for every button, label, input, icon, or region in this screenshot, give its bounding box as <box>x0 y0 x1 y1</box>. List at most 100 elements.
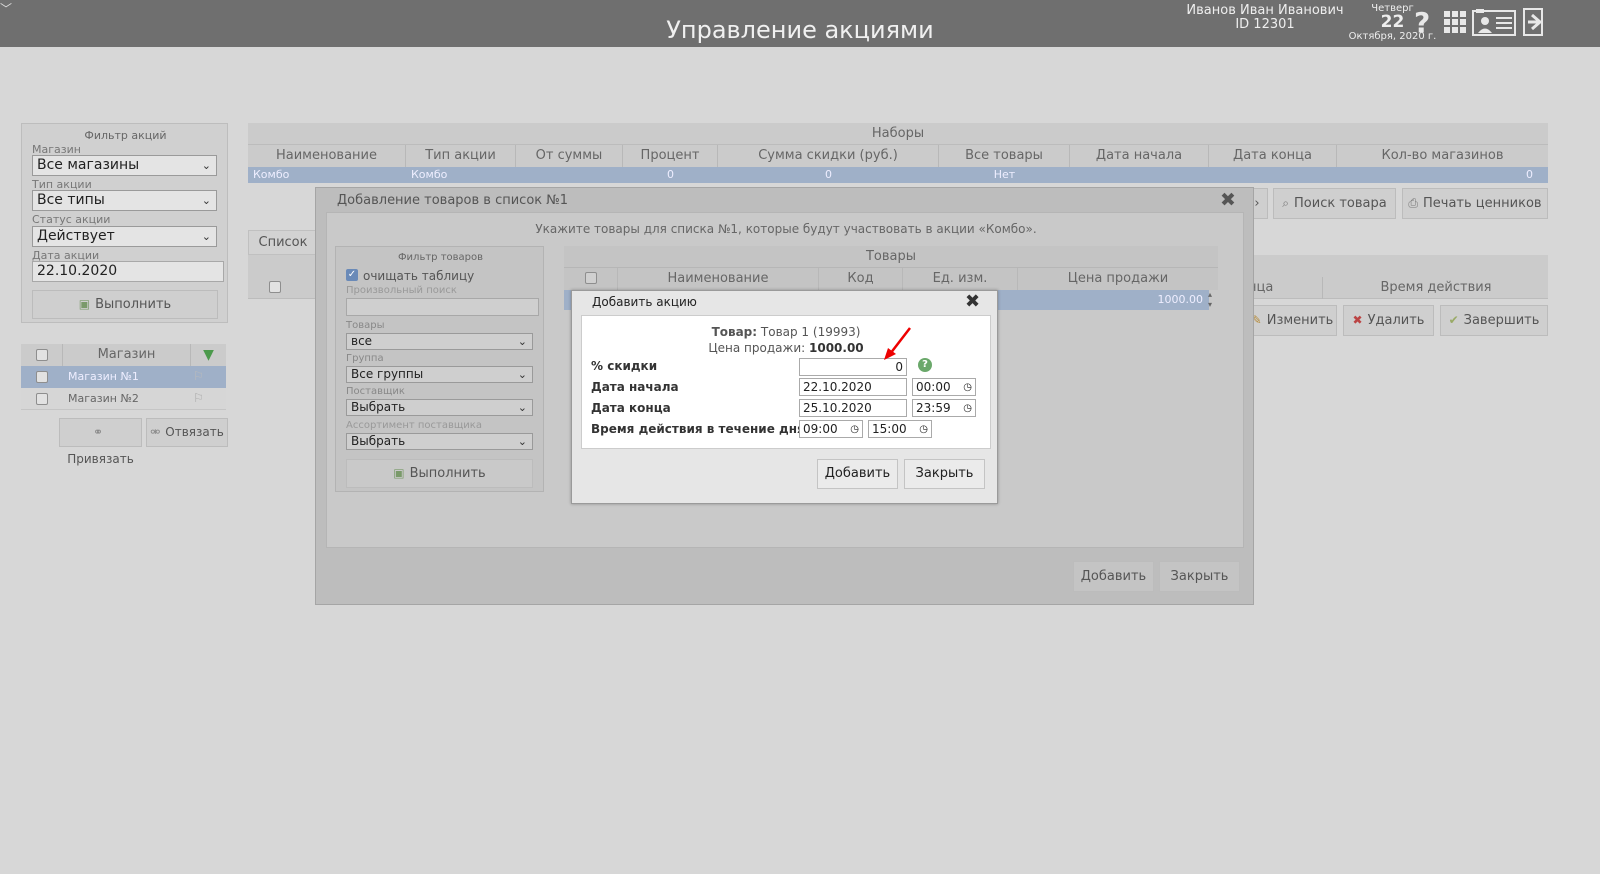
close-icon[interactable]: ✖ <box>1220 189 1236 211</box>
store-name: Магазин №2 <box>68 392 139 405</box>
table-row[interactable]: Магазин №1 ⚐ <box>21 366 226 388</box>
discount-label: % скидки <box>591 359 658 373</box>
assortment-label: Ассортимент поставщика <box>346 420 482 431</box>
status-select-value: Действует <box>37 228 115 244</box>
start-time-input[interactable]: 00:00 ◷ <box>912 378 976 396</box>
add-goods-button[interactable]: Добавить <box>1073 561 1154 592</box>
grid-icon[interactable] <box>1443 7 1467 44</box>
group-select[interactable]: Все группы ⌄ <box>346 366 533 383</box>
flag-icon[interactable]: ⚐ <box>193 369 204 383</box>
type-select-value: Все типы <box>37 192 105 208</box>
daytime-from-input[interactable]: 09:00 ◷ <box>799 420 863 438</box>
daytime-label: Время действия в течение дня <box>591 422 805 436</box>
sets-col-percent: Процент <box>623 145 718 167</box>
select-all-checkbox[interactable] <box>269 281 281 293</box>
tab-list[interactable]: Список <box>248 230 318 255</box>
close-promo-button[interactable]: Закрыть <box>904 459 985 489</box>
search-product-button[interactable]: ⌕ Поиск товара <box>1273 188 1396 219</box>
run-filter-button[interactable]: ▣ Выполнить <box>32 290 218 319</box>
sets-col-discount-sum: Сумма скидки (руб.) <box>718 145 939 167</box>
clock-icon: ◷ <box>963 382 972 393</box>
unbind-store-button[interactable]: ⚮ Отвязать <box>146 418 228 447</box>
run-icon: ▣ <box>393 466 405 480</box>
user-info: Иванов Иван Иванович ID 12301 <box>1180 4 1350 32</box>
daytime-from-value: 09:00 <box>803 422 838 436</box>
start-date-label: Дата начала <box>591 380 679 394</box>
row-checkbox[interactable] <box>36 371 48 383</box>
run-goods-filter-label: Выполнить <box>409 466 486 481</box>
row-checkbox[interactable] <box>36 393 48 405</box>
add-promo-button[interactable]: Добавить <box>817 459 898 489</box>
clock-icon: ◷ <box>850 424 859 435</box>
goods-select-value: все <box>351 334 373 348</box>
clear-table-label: очищать таблицу <box>363 269 475 283</box>
sets-cell-col-percent: 0 <box>667 168 674 181</box>
supplier-select[interactable]: Выбрать ⌄ <box>346 399 533 416</box>
end-time-input[interactable]: 23:59 ◷ <box>912 399 976 417</box>
end-date-input[interactable]: 25.10.2020 <box>799 399 907 417</box>
bind-store-button[interactable]: ⚭ Привязать <box>59 418 142 466</box>
status-select[interactable]: Действует ⌄ <box>32 226 217 247</box>
contact-card-icon[interactable] <box>1472 7 1516 44</box>
table-row[interactable]: Магазин №2 ⚐ <box>21 388 226 410</box>
start-date-input[interactable]: 22.10.2020 <box>799 378 907 396</box>
supplier-label: Поставщик <box>346 386 405 397</box>
dialog-title: Добавление товаров в список №1 <box>337 193 569 208</box>
run-goods-filter-button[interactable]: ▣ Выполнить <box>346 459 533 488</box>
run-icon: ▣ <box>78 297 91 311</box>
delete-label: Удалить <box>1367 313 1425 328</box>
edit-button[interactable]: ✎ Изменить <box>1248 305 1337 336</box>
select-all-checkbox[interactable] <box>36 349 48 361</box>
help-icon[interactable]: ? <box>918 358 932 372</box>
finish-label: Завершить <box>1463 313 1540 328</box>
red-arrow-annotation <box>884 327 911 360</box>
exit-icon[interactable] <box>1522 7 1548 44</box>
bind-store-label: Привязать <box>67 452 134 466</box>
assortment-select[interactable]: Выбрать ⌄ <box>346 433 533 450</box>
table-row[interactable]: Комбо Комбо 0 0 Нет 0 <box>248 167 1548 183</box>
goods-select[interactable]: все ⌄ <box>346 333 533 350</box>
stores-column-header: Магазин <box>63 344 191 366</box>
daytime-to-input[interactable]: 15:00 ◷ <box>868 420 932 438</box>
print-tags-button[interactable]: ⎙ Печать ценников <box>1402 188 1548 219</box>
close-goods-dialog-button[interactable]: Закрыть <box>1159 561 1240 592</box>
scroll-arrows-icon[interactable]: ▴ ▾ <box>1208 290 1212 310</box>
sets-cell-col-store-count: 0 <box>1526 168 1533 181</box>
status-label: Статус акции <box>32 213 111 226</box>
finish-button[interactable]: ✔ Завершить <box>1440 305 1548 336</box>
stores-filter-cell: ▼ <box>191 344 226 366</box>
search-icon: ⌕ <box>1282 196 1290 210</box>
free-search-input[interactable] <box>346 298 539 316</box>
instruction-text: Укажите товары для списка №1, которые бу… <box>535 222 1037 236</box>
sets-col-name: Наименование <box>248 145 406 167</box>
goods-filter-panel: Фильтр товаров ✓ очищать таблицу Произво… <box>335 246 544 492</box>
sets-table: Наборы Наименование Тип акции От суммы Проц… <box>248 123 1548 183</box>
date-input[interactable]: 22.10.2020 <box>32 261 224 282</box>
sets-col-type: Тип акции <box>406 145 516 167</box>
flag-icon[interactable]: ⚐ <box>193 391 204 405</box>
goods-col-unit: Ед. изм. <box>903 268 1018 290</box>
goods-filter-title: Фильтр товаров <box>397 252 484 263</box>
help-icon[interactable]: ? <box>1414 7 1430 39</box>
type-select[interactable]: Все типы ⌄ <box>32 190 217 211</box>
sets-cell-col-type: Комбо <box>411 168 448 181</box>
collapse-icon[interactable]: ﹀ <box>0 0 12 17</box>
price-line: Цена продажи: 1000.00 <box>582 341 990 355</box>
goods-label: Товары <box>346 320 385 331</box>
delete-icon: ✖ <box>1352 313 1363 327</box>
sets-col-end-date: Дата конца <box>1209 145 1337 167</box>
sets-col-from-sum: От суммы <box>516 145 623 167</box>
clear-table-checkbox[interactable]: ✓ <box>346 269 358 281</box>
chevron-down-icon: ⌄ <box>517 335 527 348</box>
store-select[interactable]: Все магазины ⌄ <box>32 155 217 176</box>
group-select-value: Все группы <box>351 367 424 381</box>
select-all-checkbox[interactable] <box>585 272 597 284</box>
stores-checkall-cell <box>21 344 63 366</box>
stores-table: Магазин ▼ Магазин №1 ⚐ Магазин №2 ⚐ <box>21 344 226 411</box>
delete-button[interactable]: ✖ Удалить <box>1343 305 1434 336</box>
sets-title: Наборы <box>248 123 1548 145</box>
close-icon[interactable]: ✖ <box>965 291 980 312</box>
filter-funnel-icon[interactable]: ▼ <box>203 347 214 363</box>
dialog-title: Добавить акцию <box>592 295 697 309</box>
app-header: ﹀ Управление акциями Иванов Иван Иванови… <box>0 0 1600 47</box>
